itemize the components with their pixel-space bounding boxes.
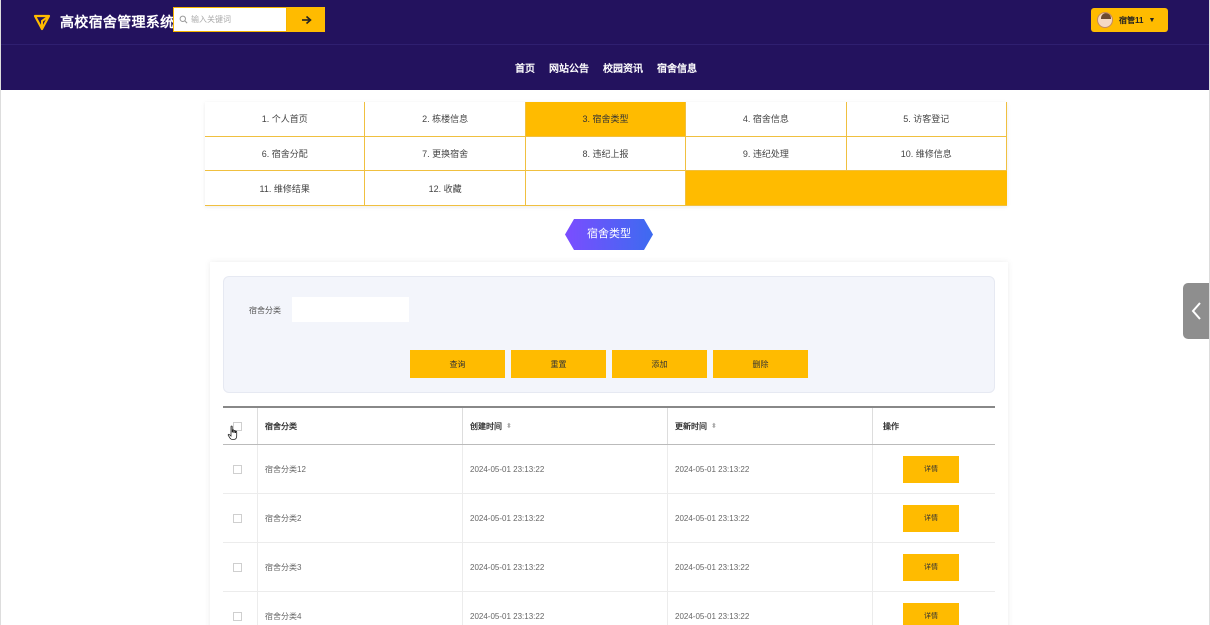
row-created: 2024-05-01 23:13:22 bbox=[463, 494, 668, 542]
search-bar bbox=[173, 7, 325, 32]
menu-item-violation-handling[interactable]: 9. 违纪处理 bbox=[686, 136, 847, 172]
menu-filler-cell bbox=[686, 171, 1007, 206]
menu-item-personal-home[interactable]: 1. 个人首页 bbox=[205, 102, 366, 137]
row-checkbox[interactable] bbox=[233, 562, 242, 572]
column-header-updated[interactable]: 更新时间 ⬍ bbox=[668, 408, 873, 444]
detail-button[interactable]: 详情 bbox=[903, 455, 959, 483]
user-name: 宿管11 bbox=[1119, 15, 1144, 25]
row-checkbox[interactable] bbox=[233, 513, 242, 523]
detail-button[interactable]: 详情 bbox=[903, 504, 959, 532]
search-button[interactable] bbox=[287, 7, 325, 32]
table-row: 宿舍分类2 2024-05-01 23:13:22 2024-05-01 23:… bbox=[223, 494, 995, 543]
section-title-badge: 宿舍类型 bbox=[565, 219, 653, 250]
row-actions: 详情 bbox=[873, 543, 995, 591]
add-button[interactable]: 添加 bbox=[612, 350, 707, 378]
page-title: 宿舍类型 bbox=[587, 228, 631, 240]
table-row: 宿舍分类4 2024-05-01 23:13:22 2024-05-01 23:… bbox=[223, 592, 995, 625]
search-input[interactable] bbox=[191, 15, 283, 24]
menu-item-visitor-register[interactable]: 5. 访客登记 bbox=[846, 102, 1007, 137]
site-title: 高校宿舍管理系统 bbox=[60, 14, 175, 30]
column-header-actions: 操作 bbox=[873, 408, 995, 444]
query-button[interactable]: 查询 bbox=[410, 350, 505, 378]
menu-item-dorm-allocation[interactable]: 6. 宿舍分配 bbox=[205, 136, 366, 172]
top-bar: 高校宿舍管理系统 宿管11 ▼ bbox=[1, 0, 1209, 44]
menu-item-change-dorm[interactable]: 7. 更换宿舍 bbox=[365, 136, 526, 172]
chevron-left-icon bbox=[1191, 302, 1201, 320]
column-header-updated-label: 更新时间 bbox=[675, 421, 707, 431]
brand[interactable]: 高校宿舍管理系统 bbox=[33, 11, 174, 33]
row-checkbox[interactable] bbox=[233, 611, 242, 621]
user-menu-button[interactable]: 宿管11 ▼ bbox=[1091, 8, 1168, 32]
detail-button[interactable]: 详情 bbox=[903, 602, 959, 625]
side-drawer-toggle[interactable] bbox=[1183, 283, 1209, 339]
category-filter-label: 宿舍分类 bbox=[249, 306, 281, 315]
avatar bbox=[1097, 12, 1113, 28]
table-row: 宿舍分类3 2024-05-01 23:13:22 2024-05-01 23:… bbox=[223, 543, 995, 592]
nav-item-campus-news[interactable]: 校园资讯 bbox=[603, 60, 643, 75]
menu-item-building-info[interactable]: 2. 栋楼信息 bbox=[365, 102, 526, 137]
sort-icon: ⬍ bbox=[711, 423, 717, 430]
caret-down-icon: ▼ bbox=[1148, 16, 1156, 24]
detail-button[interactable]: 详情 bbox=[903, 553, 959, 581]
menu-item-violation-report[interactable]: 8. 违纪上报 bbox=[525, 136, 687, 172]
sort-icon: ⬍ bbox=[506, 423, 512, 430]
dorm-type-table: 宿舍分类 创建时间 ⬍ 更新时间 ⬍ 操作 宿舍分类12 2024-05-01 … bbox=[223, 406, 995, 625]
row-created: 2024-05-01 23:13:22 bbox=[463, 445, 668, 493]
row-updated: 2024-05-01 23:13:22 bbox=[668, 445, 873, 493]
row-actions: 详情 bbox=[873, 445, 995, 493]
row-updated: 2024-05-01 23:13:22 bbox=[668, 494, 873, 542]
row-category: 宿舍分类2 bbox=[258, 494, 463, 542]
menu-item-dorm-info[interactable]: 4. 宿舍信息 bbox=[686, 102, 847, 137]
menu-item-dorm-type[interactable]: 3. 宿舍类型 bbox=[525, 102, 687, 137]
row-checkbox-cell bbox=[223, 592, 258, 625]
row-category: 宿舍分类4 bbox=[258, 592, 463, 625]
nav-item-dorm-info[interactable]: 宿舍信息 bbox=[657, 60, 697, 75]
arrow-right-icon bbox=[301, 15, 312, 24]
row-updated: 2024-05-01 23:13:22 bbox=[668, 543, 873, 591]
delete-button[interactable]: 删除 bbox=[713, 350, 808, 378]
nav-item-announcements[interactable]: 网站公告 bbox=[549, 60, 589, 75]
row-created: 2024-05-01 23:13:22 bbox=[463, 592, 668, 625]
send-arrow-icon bbox=[33, 14, 51, 31]
menu-blank-cell bbox=[525, 171, 687, 206]
function-menu: 1. 个人首页 2. 栋楼信息 3. 宿舍类型 4. 宿舍信息 5. 访客登记 … bbox=[205, 102, 1007, 206]
row-checkbox[interactable] bbox=[233, 464, 242, 474]
column-header-actions-label: 操作 bbox=[883, 421, 899, 431]
table-header-row: 宿舍分类 创建时间 ⬍ 更新时间 ⬍ 操作 bbox=[223, 408, 995, 445]
column-header-created[interactable]: 创建时间 ⬍ bbox=[463, 408, 668, 444]
column-header-created-label: 创建时间 bbox=[470, 421, 502, 431]
row-category: 宿舍分类12 bbox=[258, 445, 463, 493]
column-header-category: 宿舍分类 bbox=[258, 408, 463, 444]
content-card: 宿舍分类 查询 重置 添加 删除 宿舍分类 创建时间 ⬍ 更新时间 ⬍ 操作 宿… bbox=[210, 262, 1008, 625]
row-checkbox-cell bbox=[223, 445, 258, 493]
row-checkbox-cell bbox=[223, 543, 258, 591]
filter-panel: 宿舍分类 查询 重置 添加 删除 bbox=[223, 276, 995, 393]
hand-cursor-icon bbox=[227, 425, 238, 440]
search-icon bbox=[179, 15, 188, 24]
menu-item-favorites[interactable]: 12. 收藏 bbox=[365, 171, 526, 206]
page: 高校宿舍管理系统 宿管11 ▼ 首页 bbox=[0, 0, 1210, 625]
row-actions: 详情 bbox=[873, 592, 995, 625]
search-field bbox=[173, 7, 287, 32]
nav-item-home[interactable]: 首页 bbox=[515, 60, 535, 75]
category-filter-input[interactable] bbox=[292, 297, 409, 322]
menu-item-repair-result[interactable]: 11. 维修结果 bbox=[205, 171, 366, 206]
main-nav: 首页 网站公告 校园资讯 宿舍信息 bbox=[1, 44, 1209, 90]
menu-item-repair-info[interactable]: 10. 维修信息 bbox=[846, 136, 1007, 172]
row-checkbox-cell bbox=[223, 494, 258, 542]
row-updated: 2024-05-01 23:13:22 bbox=[668, 592, 873, 625]
column-header-category-label: 宿舍分类 bbox=[265, 421, 297, 431]
reset-button[interactable]: 重置 bbox=[511, 350, 606, 378]
row-created: 2024-05-01 23:13:22 bbox=[463, 543, 668, 591]
row-actions: 详情 bbox=[873, 494, 995, 542]
table-row: 宿舍分类12 2024-05-01 23:13:22 2024-05-01 23… bbox=[223, 445, 995, 494]
row-category: 宿舍分类3 bbox=[258, 543, 463, 591]
